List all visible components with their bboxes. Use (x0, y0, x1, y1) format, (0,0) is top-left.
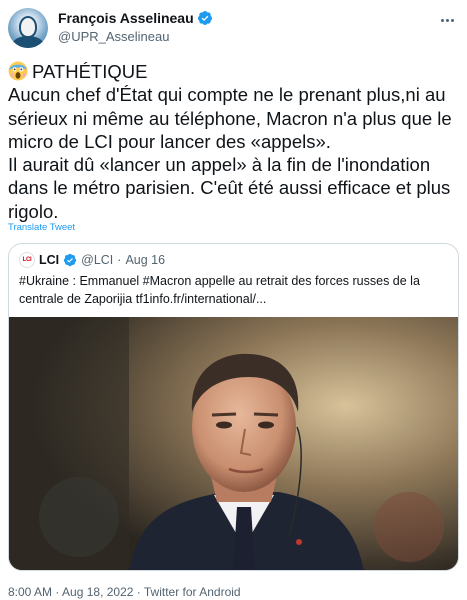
tweet-line: PATHÉTIQUE (8, 60, 459, 83)
verified-badge-icon (197, 11, 212, 25)
quoted-tweet-text: #Ukraine : Emmanuel #Macron appelle au r… (19, 272, 449, 308)
quoted-author-handle[interactable]: @LCI (81, 253, 113, 267)
quoted-tweet[interactable]: LCI LCI @LCI · Aug 16 #Ukraine : Emmanue… (8, 243, 459, 571)
tweet-timestamp[interactable]: 8:00 AM · Aug 18, 2022 · Twitter for And… (8, 585, 241, 599)
more-options-icon[interactable] (437, 10, 457, 30)
quoted-date[interactable]: Aug 16 (125, 253, 165, 267)
quoted-tweet-header: LCI LCI @LCI · Aug 16 (19, 252, 165, 268)
author-avatar[interactable] (8, 8, 48, 48)
quoted-separator: · (117, 253, 122, 267)
tweet-text: PATHÉTIQUE Aucun chef d'État qui compte … (8, 60, 459, 223)
author-display-name[interactable]: François Asselineau (58, 10, 194, 26)
quoted-author-name[interactable]: LCI (39, 253, 59, 267)
avatar-face (19, 16, 37, 38)
lci-logo-text: LCI (22, 257, 32, 263)
tweet-line-text: PATHÉTIQUE (32, 61, 148, 82)
tweet-line: dans le métro parisien. C'eût été aussi … (8, 177, 451, 199)
screaming-face-emoji-icon (8, 61, 28, 81)
tweet-line: Il aurait dû «lancer un appel» à la fin … (8, 154, 431, 176)
tweet-line: Aucun chef d'État qui compte ne le prena… (8, 84, 446, 106)
translate-tweet-link[interactable]: Translate Tweet (8, 222, 75, 233)
tweet-header: François Asselineau @UPR_Asselineau (8, 8, 459, 48)
quoted-line: #Ukraine : Emmanuel #Macron appelle au r… (19, 274, 420, 288)
verified-badge-icon (64, 253, 77, 267)
tweet-line: sérieux ni même au téléphone, Macron n'a… (8, 107, 452, 129)
quoted-media-image[interactable] (9, 317, 458, 570)
quoted-line: centrale de Zaporijia tf1info.fr/interna… (19, 292, 267, 306)
author-name-row: François Asselineau (58, 10, 213, 26)
portrait-photo (9, 317, 458, 570)
tweet-line: rigolo. (8, 200, 59, 222)
lci-avatar[interactable]: LCI (19, 252, 35, 268)
tweet-line: micro de LCI pour lancer des «appels». (8, 130, 331, 152)
author-handle[interactable]: @UPR_Asselineau (58, 29, 169, 44)
